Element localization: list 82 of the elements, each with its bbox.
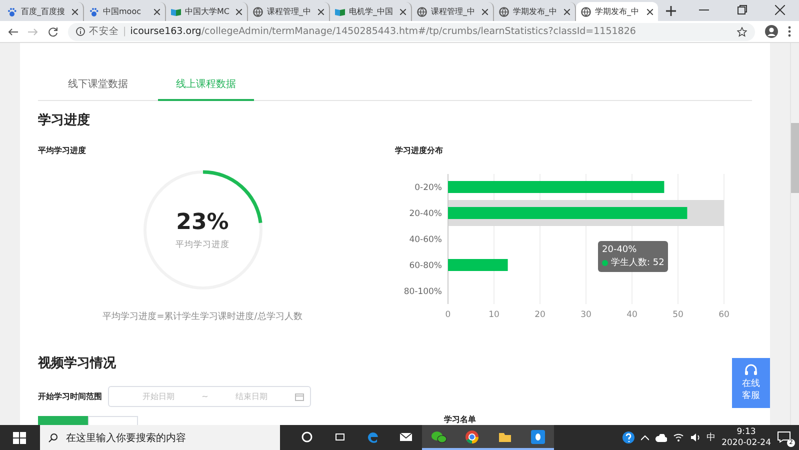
globe-icon — [581, 6, 591, 16]
section-title: 视频学习情况 — [38, 355, 117, 372]
axis-label: 0-20% — [414, 183, 442, 193]
axis-label: 0 — [445, 310, 451, 320]
tab-title: 电机学_中国 — [349, 6, 394, 17]
address-bar[interactable]: 不安全 | icourse163.org/collegeAdmin/termManage/1450285443.htm#/tp/crumbs/learnStatistics?classId=1151826 — [68, 22, 755, 40]
plus-icon[interactable] — [666, 6, 676, 16]
globe-icon — [253, 6, 263, 16]
tab-title: 学期发布_中 — [513, 6, 558, 17]
close-icon[interactable] — [482, 8, 488, 14]
book-icon — [335, 6, 345, 16]
help-icon[interactable] — [622, 431, 635, 444]
security-label: 不安全 — [89, 25, 119, 38]
close-icon[interactable] — [647, 8, 653, 14]
axis-label: 40 — [626, 310, 638, 320]
taskbar-search[interactable]: 在这里输入你要搜索的内容 — [40, 425, 280, 450]
search-icon — [48, 432, 58, 442]
divider-mark: | — [123, 26, 126, 37]
chrome-icon[interactable] — [464, 430, 478, 444]
globe-icon — [417, 6, 427, 16]
chat-bubbles-icon[interactable] — [430, 430, 446, 444]
book-icon — [171, 6, 181, 16]
info-icon — [76, 27, 85, 36]
clock[interactable]: 9:13 2020-02-24 — [722, 427, 771, 448]
close-icon[interactable] — [72, 8, 78, 14]
chevron-up-icon[interactable] — [640, 434, 649, 440]
task-view-icon[interactable] — [334, 430, 346, 442]
close-icon[interactable] — [318, 8, 324, 14]
tab-title: 中国大学MC — [185, 6, 230, 17]
progress-caption: 平均学习进度 — [176, 238, 230, 250]
circle-icon[interactable] — [300, 430, 312, 442]
more-icon[interactable] — [788, 26, 791, 37]
axis-label: 60-80% — [409, 261, 442, 271]
close-icon[interactable] — [564, 8, 570, 14]
scrollbar-thumb[interactable] — [791, 123, 799, 193]
axis-label: 20 — [534, 310, 546, 320]
close-icon[interactable] — [236, 8, 242, 14]
wifi-icon[interactable] — [672, 433, 684, 442]
bar — [448, 259, 508, 271]
close-icon[interactable] — [154, 8, 160, 14]
profile-icon[interactable] — [765, 25, 778, 38]
paw-icon — [89, 6, 99, 16]
paw-icon — [7, 6, 17, 16]
tab-title: 百度_百度搜 — [21, 6, 66, 17]
axis-label: 20-40% — [409, 209, 442, 219]
ime-indicator[interactable]: 中 — [706, 431, 716, 444]
edge-icon[interactable] — [366, 430, 380, 444]
section-title: 学习进度 — [38, 112, 91, 129]
formula-text: 平均学习进度=累计学生学习课时进度/总学习人数 — [102, 310, 302, 323]
chart-tooltip: 20-40% 学生人数: 52 — [598, 241, 668, 272]
progress-value: 23% — [176, 210, 229, 234]
headset-icon — [744, 364, 758, 377]
calendar-icon — [295, 392, 304, 400]
tab-title: 课程管理_中 — [431, 6, 476, 17]
axis-label: 80-100% — [404, 287, 442, 297]
reload-icon[interactable] — [48, 26, 58, 36]
folder-icon[interactable] — [498, 430, 512, 442]
field-label: 开始学习时间范围 — [38, 391, 102, 402]
chart-title: 平均学习进度 — [38, 145, 87, 156]
star-icon[interactable] — [737, 26, 747, 36]
back-icon[interactable] — [8, 28, 18, 36]
restore-icon[interactable] — [737, 5, 747, 15]
mail-icon[interactable] — [398, 430, 412, 442]
axis-label: 50 — [672, 310, 684, 320]
tab-title: 学期发布_中 — [595, 6, 640, 17]
url-text: icourse163.org/collegeAdmin/termManage/1450285443.htm#/tp/crumbs/learnStatistics?classId=1151826 — [130, 26, 636, 37]
axis-label: 40-60% — [409, 235, 442, 245]
tab-title: 中国mooc — [103, 6, 142, 17]
close-icon[interactable] — [400, 8, 406, 14]
penguin-icon[interactable] — [530, 430, 544, 444]
axis-label: 10 — [488, 310, 500, 320]
close-icon[interactable] — [775, 5, 785, 15]
axis-label: 30 — [580, 310, 592, 320]
list-title: 学习名单 — [444, 414, 476, 425]
page-tab[interactable]: 线下课堂数据 — [50, 73, 146, 101]
globe-icon — [499, 6, 509, 16]
tab-title: 课程管理_中 — [267, 6, 312, 17]
chart-title: 学习进度分布 — [395, 145, 444, 156]
axis-label: 60 — [718, 310, 730, 320]
cloud-icon[interactable] — [654, 434, 667, 442]
browser-tab[interactable]: 学期发布_中 — [576, 2, 658, 21]
volume-icon[interactable] — [690, 433, 701, 442]
